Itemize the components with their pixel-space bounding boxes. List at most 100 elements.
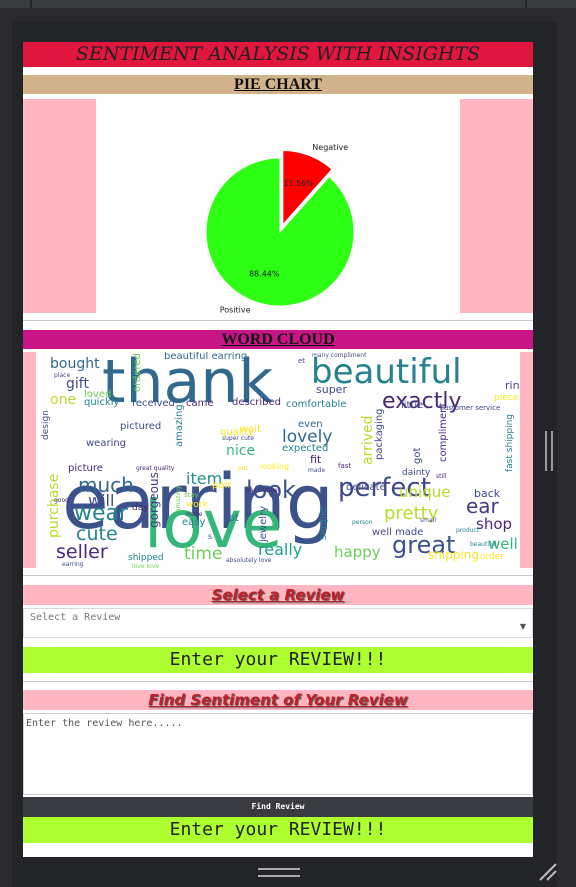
word-cloud-word: loved bbox=[84, 389, 111, 400]
word-cloud-word: nice bbox=[226, 443, 255, 459]
word-cloud-word: got bbox=[412, 448, 423, 464]
resize-grip-icon[interactable] bbox=[538, 862, 558, 882]
word-cloud-word: put bbox=[238, 465, 249, 472]
pie-pct-label: 11.56% bbox=[283, 179, 314, 188]
divider bbox=[23, 681, 533, 682]
word-cloud-word: came bbox=[186, 398, 214, 409]
pie-slice-label: Positive bbox=[220, 305, 251, 313]
word-cloud-word: shipping bbox=[428, 548, 479, 562]
word-cloud-word: absolutely love bbox=[226, 557, 272, 564]
word-cloud-word: small bbox=[420, 517, 436, 524]
chevron-down-icon[interactable]: ▼ bbox=[520, 622, 526, 631]
pie-pct-label: 88.44% bbox=[249, 270, 280, 279]
word-cloud-word: gorgeous bbox=[147, 472, 161, 528]
word-cloud-word: order bbox=[480, 552, 504, 562]
word-cloud-word: jewelry bbox=[258, 506, 269, 543]
word-cloud-word: pair bbox=[212, 480, 232, 491]
word-cloud-word: person bbox=[352, 519, 373, 526]
word-cloud-word: et bbox=[298, 357, 305, 365]
word-cloud-word: good bbox=[54, 497, 69, 504]
word-cloud-word: received bbox=[132, 398, 175, 409]
find-sentiment-heading: Find Sentiment of Your Review bbox=[23, 690, 533, 710]
word-cloud-heading: WORD CLOUD bbox=[23, 330, 533, 349]
word-cloud-word: shipped bbox=[128, 553, 164, 563]
word-cloud-word: well made bbox=[372, 527, 423, 538]
word-cloud-word: will bbox=[88, 491, 114, 510]
top-bar-divider bbox=[30, 0, 32, 8]
select-review-heading: Select a Review bbox=[23, 585, 533, 605]
word-cloud-word: unique bbox=[399, 483, 450, 501]
word-cloud-word: pictured bbox=[120, 421, 161, 432]
word-cloud-word: packaging bbox=[374, 408, 385, 460]
word-cloud-word: ear climber bbox=[246, 487, 281, 494]
pie-slice-positive bbox=[205, 157, 355, 307]
pie-chart-area: 11.56% Negative 88.44% Positive bbox=[23, 99, 533, 313]
word-cloud-word: time bbox=[184, 544, 222, 564]
review-textarea[interactable]: Enter the review here..... bbox=[23, 713, 533, 795]
word-cloud-word: ring bbox=[505, 379, 520, 392]
word-cloud-word: beautiful bbox=[470, 541, 497, 548]
word-cloud-word: happy bbox=[334, 543, 381, 561]
word-cloud-word: simple bbox=[318, 507, 329, 540]
word-cloud-word: amazing bbox=[175, 486, 182, 512]
top-bar-divider bbox=[525, 0, 527, 8]
word-cloud-word: looking bbox=[260, 462, 289, 471]
pie-chart-heading: PIE CHART bbox=[23, 75, 533, 94]
divider bbox=[23, 320, 533, 321]
word-cloud-word: customer service bbox=[440, 404, 500, 412]
word-cloud-word: ordered bbox=[132, 353, 143, 392]
word-cloud-word: beautiful earring bbox=[164, 352, 247, 362]
word-cloud-word: many compliment bbox=[312, 352, 367, 359]
review-prompt-bar-bottom: Enter your REVIEW!!! bbox=[23, 817, 533, 843]
word-cloud-word: purchase bbox=[46, 474, 62, 538]
word-cloud-word: fast shipping bbox=[505, 414, 515, 472]
word-cloud-word: wearing bbox=[86, 438, 126, 449]
review-prompt-bar: Enter your REVIEW!!! bbox=[23, 647, 533, 673]
word-cloud-word: one bbox=[50, 392, 76, 408]
word-cloud-word: fast bbox=[338, 462, 351, 470]
word-cloud-area: earring thank love beautiful perfect look exac… bbox=[23, 352, 533, 568]
word-cloud-word: easy bbox=[182, 517, 205, 528]
word-cloud-word: cute bbox=[76, 523, 118, 545]
word-cloud-word: love love bbox=[132, 563, 159, 568]
word-cloud-word: lot bbox=[226, 513, 239, 524]
word-cloud-word: little bbox=[401, 400, 423, 411]
word-cloud-word: earring bbox=[62, 561, 84, 568]
word-cloud-word: stay bbox=[184, 491, 199, 499]
word-cloud-word: super bbox=[316, 383, 347, 396]
handle-line bbox=[545, 431, 547, 471]
word-cloud-word: piece bbox=[494, 393, 519, 403]
page-title: SENTIMENT ANALYSIS WITH INSIGHTS bbox=[23, 42, 533, 67]
app-page: SENTIMENT ANALYSIS WITH INSIGHTS PIE CHA… bbox=[23, 42, 533, 857]
handle-line bbox=[551, 431, 553, 471]
word-cloud-word: great quality bbox=[136, 465, 175, 472]
pie-slice-label: Negative bbox=[312, 143, 348, 152]
pie-chart: 11.56% Negative 88.44% Positive bbox=[205, 143, 355, 313]
word-cloud-word: expected bbox=[282, 443, 328, 454]
word-cloud-word: described bbox=[232, 397, 281, 408]
word-cloud-word: make bbox=[186, 511, 203, 518]
word-cloud-word: amazing bbox=[174, 404, 185, 447]
word-cloud-word: even bbox=[298, 419, 323, 430]
review-select[interactable]: Select a Review ▼ bbox=[23, 608, 533, 638]
review-select-placeholder: Select a Review bbox=[30, 612, 121, 623]
word-cloud-word: comfortable bbox=[286, 399, 346, 410]
word-cloud-word: day bbox=[132, 503, 149, 513]
window-top-bar bbox=[0, 0, 576, 8]
handle-line bbox=[258, 875, 300, 877]
word-cloud-word: product bbox=[456, 527, 480, 534]
word-cloud-word: design bbox=[41, 410, 51, 440]
word-cloud-word: dainty bbox=[402, 468, 431, 478]
word-cloud-word: bought bbox=[50, 356, 100, 372]
word-cloud-word: made bbox=[308, 467, 325, 474]
find-review-button[interactable]: Find Review bbox=[23, 797, 533, 817]
word-cloud-word: shop bbox=[476, 515, 512, 533]
word-cloud-canvas: earring thank love beautiful perfect look exac… bbox=[36, 352, 520, 568]
word-cloud-word: place bbox=[54, 372, 70, 379]
word-cloud-word: fit bbox=[310, 453, 322, 466]
word-cloud-word: super cute bbox=[222, 435, 254, 442]
bottom-drag-handle[interactable] bbox=[258, 868, 300, 880]
word-cloud-word: work bbox=[186, 500, 209, 510]
word-cloud: earringthanklovebeautifulperfectlookexac… bbox=[41, 352, 520, 568]
panel-resize-handle[interactable] bbox=[545, 431, 553, 471]
